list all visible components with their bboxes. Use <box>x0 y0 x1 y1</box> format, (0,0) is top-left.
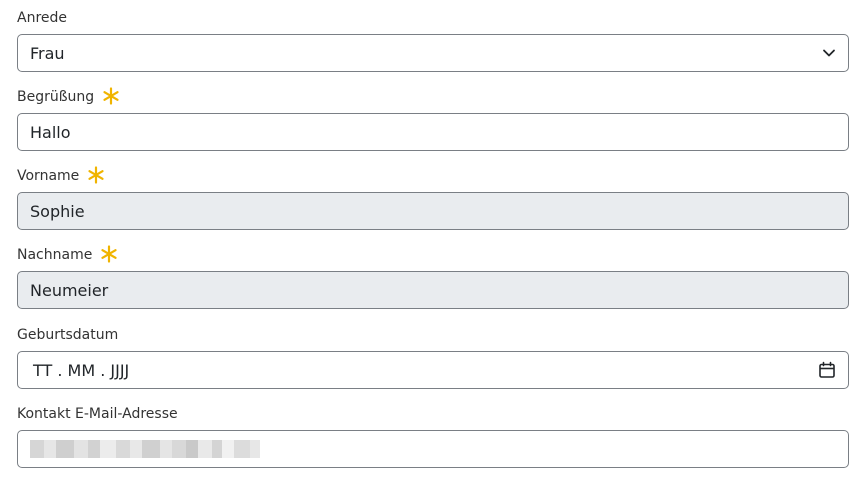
email-input[interactable] <box>17 430 849 468</box>
email-label: Kontakt E-Mail-Adresse <box>17 403 849 425</box>
greeting-label: Begrüßung <box>17 86 849 108</box>
last-name-label: Nachname <box>17 244 849 266</box>
first-name-group: Vorname Sophie <box>17 165 849 230</box>
email-label-text: Kontakt E-Mail-Adresse <box>17 406 178 422</box>
greeting-label-text: Begrüßung <box>17 89 95 105</box>
greeting-group: Begrüßung Hallo <box>17 86 849 151</box>
salutation-selected-value: Frau <box>30 43 65 63</box>
redacted-email-value <box>30 440 260 458</box>
first-name-label: Vorname <box>17 165 849 187</box>
salutation-label: Anrede <box>17 7 849 29</box>
birth-date-placeholder: TT . MM . JJJJ <box>33 360 130 380</box>
birth-date-group: Geburtsdatum TT . MM . JJJJ <box>17 324 849 389</box>
chevron-down-icon <box>822 46 836 60</box>
asterisk-icon <box>102 87 120 105</box>
greeting-input-value: Hallo <box>30 122 71 142</box>
email-group: Kontakt E-Mail-Adresse <box>17 403 849 468</box>
last-name-input: Neumeier <box>17 271 849 309</box>
first-name-input: Sophie <box>17 192 849 230</box>
calendar-icon[interactable] <box>818 361 836 379</box>
birth-date-label-text: Geburtsdatum <box>17 327 119 343</box>
salutation-select[interactable]: Frau <box>17 34 849 72</box>
first-name-label-text: Vorname <box>17 168 80 184</box>
birth-date-label: Geburtsdatum <box>17 324 849 346</box>
first-name-input-value: Sophie <box>30 201 85 221</box>
birth-date-input[interactable]: TT . MM . JJJJ <box>17 351 849 389</box>
last-name-group: Nachname Neumeier <box>17 244 849 309</box>
salutation-label-text: Anrede <box>17 10 68 26</box>
last-name-input-value: Neumeier <box>30 280 109 300</box>
asterisk-icon <box>100 245 118 263</box>
last-name-label-text: Nachname <box>17 247 93 263</box>
contact-form: Anrede Frau Begrüßung Hallo Vorname Soph… <box>0 0 862 468</box>
asterisk-icon <box>87 166 105 184</box>
salutation-group: Anrede Frau <box>17 7 849 72</box>
greeting-input[interactable]: Hallo <box>17 113 849 151</box>
